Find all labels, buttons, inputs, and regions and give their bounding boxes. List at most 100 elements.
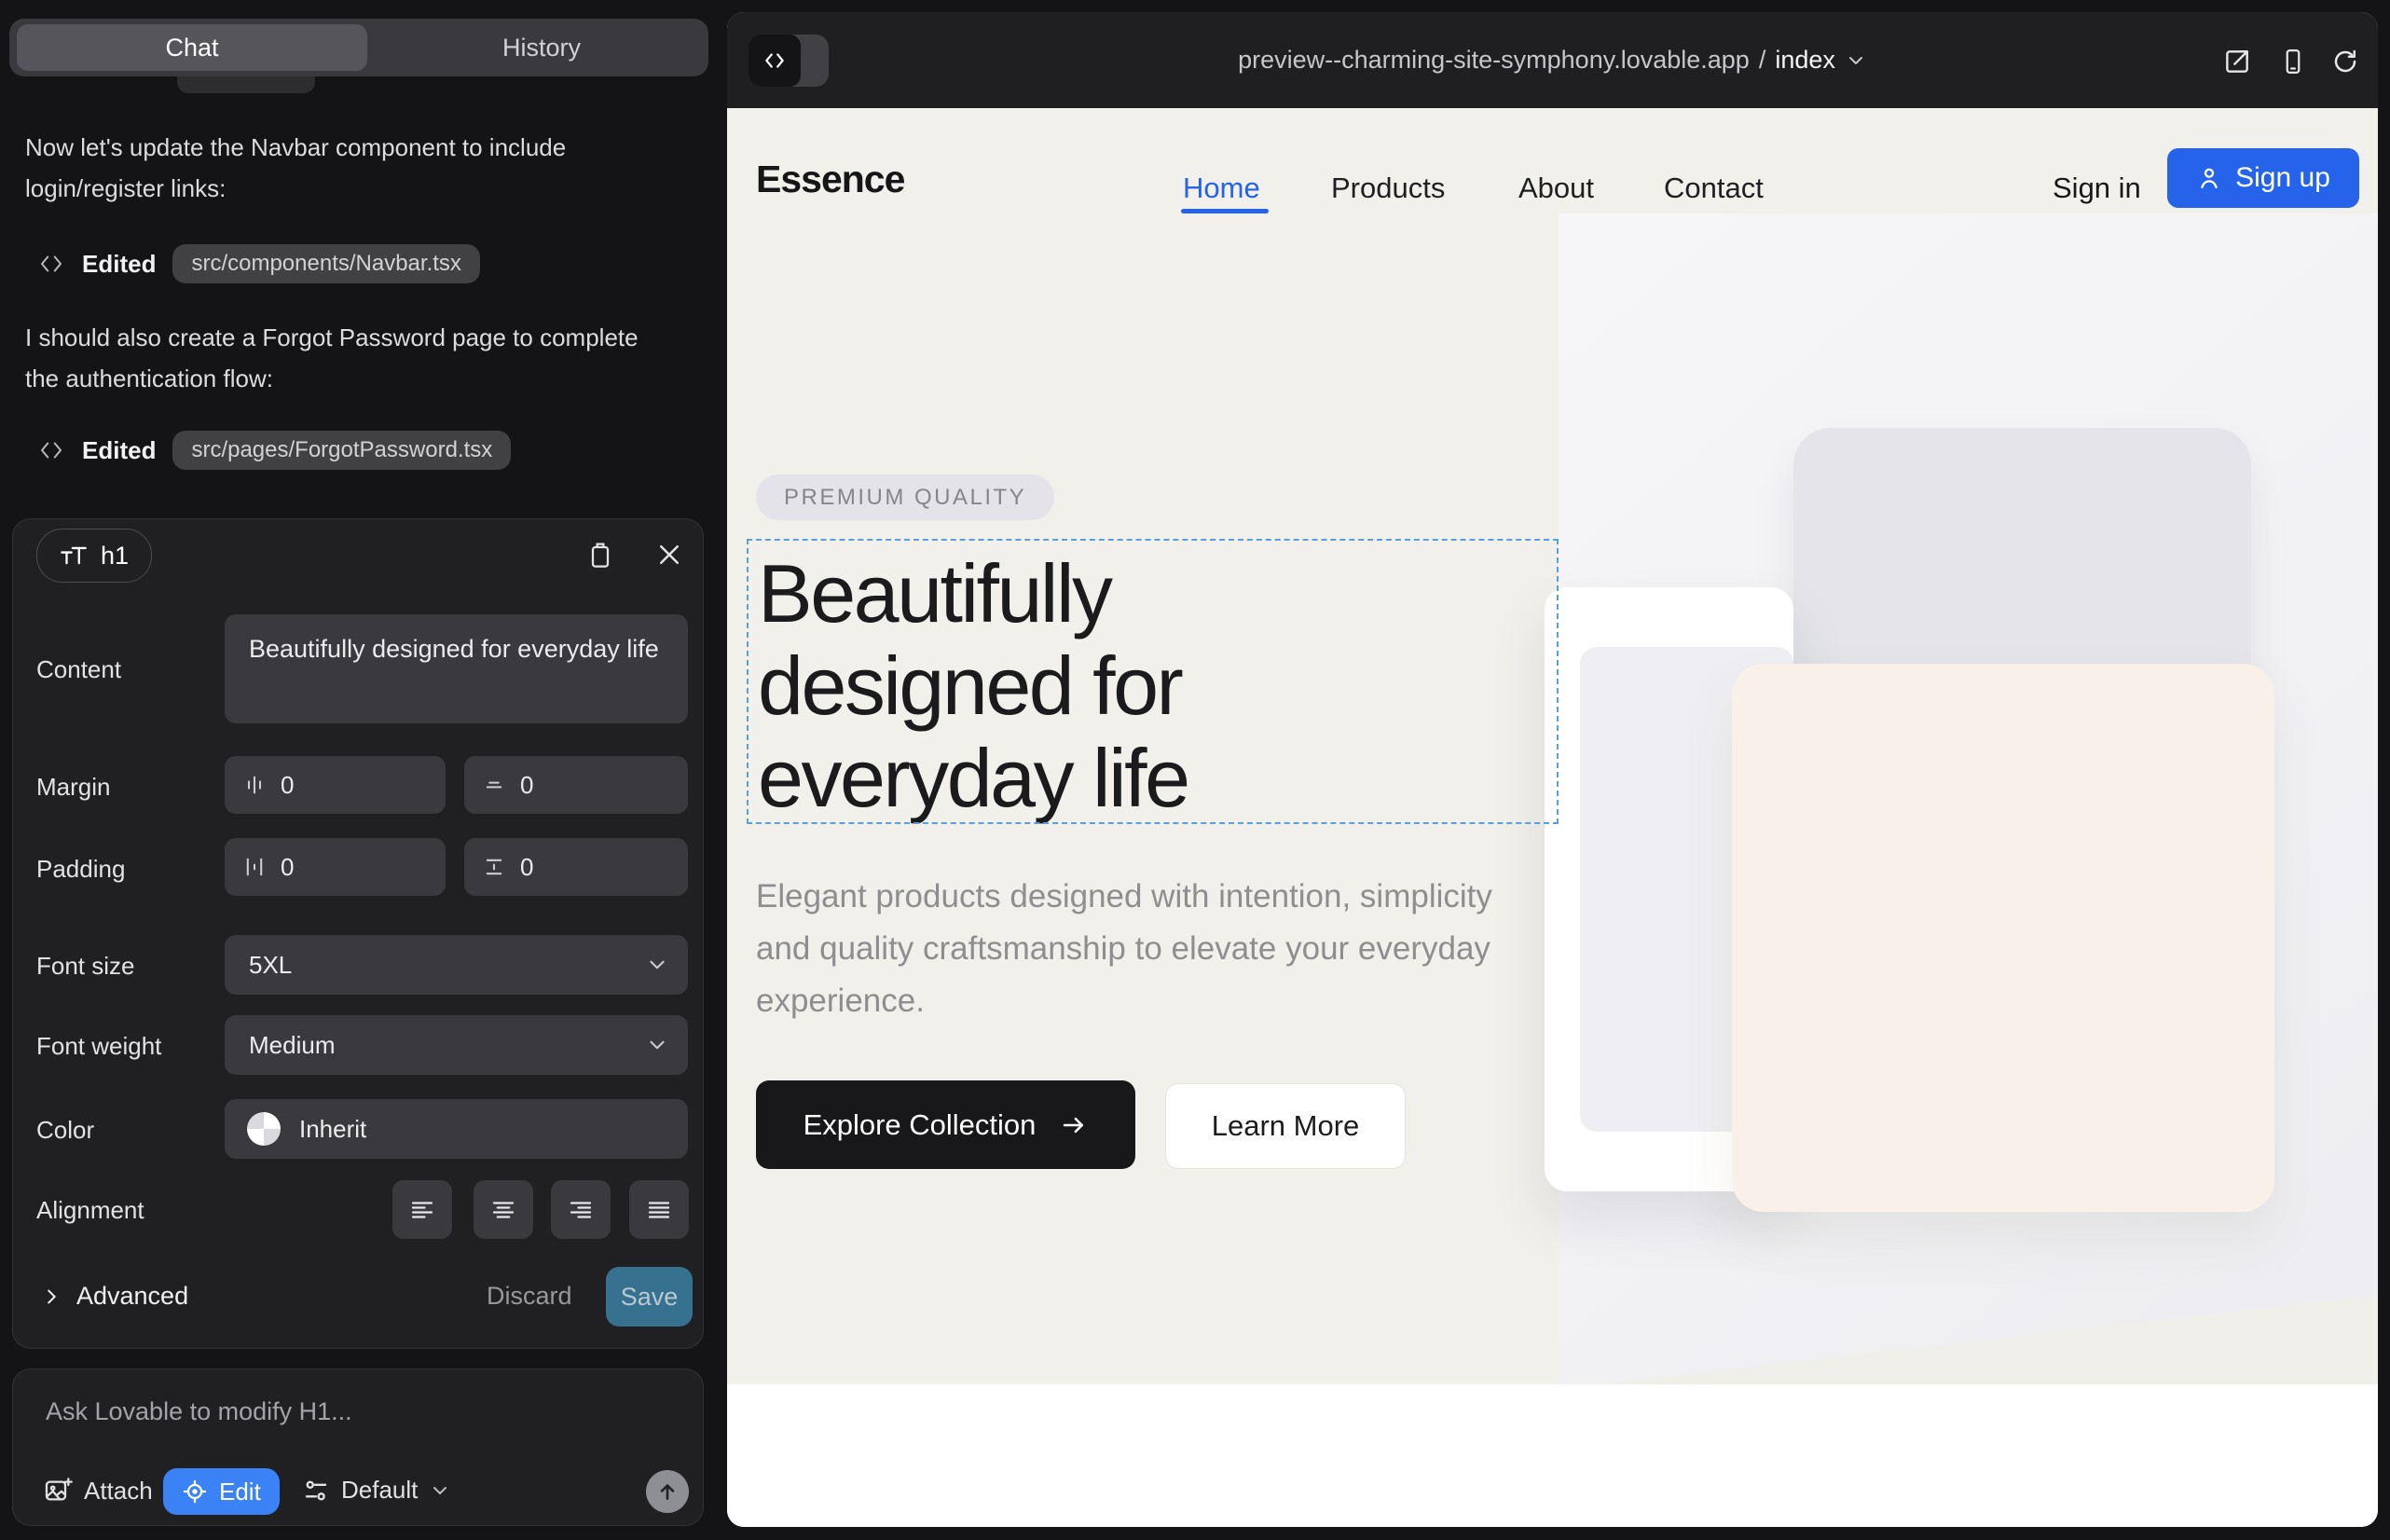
align-justify-button[interactable] [629, 1180, 689, 1239]
file-edit-row: Edited src/pages/ForgotPassword.tsx [37, 431, 511, 470]
mode-select[interactable]: Default [302, 1476, 451, 1505]
chat-message: I should also create a Forgot Password p… [25, 317, 652, 399]
font-weight-value: Medium [249, 1031, 335, 1060]
hero-description: Elegant products designed with intention… [756, 871, 1502, 1027]
decor-card-cream [1732, 664, 2274, 1212]
chat-history-tabbar: Chat History [9, 19, 708, 76]
open-external-icon [2222, 47, 2252, 76]
lovable-workspace: Chat History Now let's update the Navbar… [0, 0, 2390, 1540]
advanced-toggle[interactable]: Advanced [41, 1282, 188, 1311]
color-value: Inherit [299, 1115, 366, 1144]
color-select[interactable]: Inherit [225, 1099, 688, 1159]
url-page: index [1775, 46, 1835, 75]
nav-link-products[interactable]: Products [1331, 172, 1445, 205]
hero-badge: PREMIUM QUALITY [756, 474, 1054, 520]
mobile-preview-icon [2279, 48, 2307, 76]
url-bar[interactable]: preview--charming-site-symphony.lovable.… [727, 12, 2378, 108]
padding-label: Padding [36, 855, 125, 884]
font-weight-select[interactable]: Medium [225, 1015, 688, 1075]
font-weight-label: Font weight [36, 1032, 161, 1061]
align-left-icon [408, 1196, 436, 1224]
discard-button[interactable]: Discard [487, 1282, 572, 1311]
chevron-down-icon [645, 953, 669, 977]
attach-label: Attach [84, 1477, 153, 1506]
align-right-icon [567, 1196, 595, 1224]
content-input[interactable]: Beautifully designed for everyday life [225, 614, 688, 723]
edit-label: Edit [219, 1478, 261, 1506]
composer-input[interactable] [44, 1396, 644, 1446]
margin-vertical-input[interactable]: 0 [464, 756, 688, 814]
align-center-button[interactable] [474, 1180, 533, 1239]
padding-horizontal-input[interactable]: 0 [225, 838, 446, 896]
padding-vertical-icon [483, 856, 505, 878]
nav-link-about[interactable]: About [1518, 172, 1594, 205]
trash-icon [585, 540, 615, 570]
explore-collection-button[interactable]: Explore Collection [756, 1080, 1135, 1169]
code-icon [749, 34, 801, 87]
chevron-right-icon [41, 1286, 62, 1307]
sign-up-label: Sign up [2235, 162, 2330, 194]
site-logo[interactable]: Essence [756, 158, 904, 201]
type-icon [60, 543, 88, 568]
scrolled-chip-partial [177, 76, 315, 93]
close-icon [655, 541, 683, 569]
person-icon [2196, 165, 2222, 191]
nav-active-underline [1181, 209, 1269, 213]
nav-link-contact[interactable]: Contact [1664, 172, 1764, 205]
element-inspector-panel: h1 Content Beautifully designed for ever… [12, 518, 704, 1349]
sign-in-link[interactable]: Sign in [2053, 172, 2141, 205]
url-separator: / [1759, 46, 1766, 75]
refresh-icon [2331, 48, 2359, 76]
margin-vertical-icon [483, 774, 505, 796]
section-below-hero [727, 1384, 2378, 1527]
explore-collection-label: Explore Collection [804, 1108, 1037, 1142]
nav-link-home[interactable]: Home [1183, 172, 1260, 205]
code-view-toggle[interactable] [749, 34, 829, 87]
code-icon [37, 250, 65, 278]
align-justify-icon [645, 1196, 673, 1224]
content-label: Content [36, 655, 121, 684]
selected-element-tag[interactable]: h1 [36, 529, 152, 583]
arrow-up-icon [655, 1479, 680, 1504]
align-left-button[interactable] [392, 1180, 452, 1239]
image-attach-icon [43, 1476, 73, 1506]
font-size-select[interactable]: 5XL [225, 935, 688, 995]
mobile-preview-button[interactable] [2274, 43, 2312, 80]
align-right-button[interactable] [551, 1180, 611, 1239]
chevron-down-icon [1845, 49, 1867, 72]
code-icon [37, 436, 65, 464]
edited-label: Edited [82, 436, 156, 465]
open-external-button[interactable] [2218, 43, 2256, 80]
padding-horizontal-value: 0 [281, 853, 294, 882]
browser-toolbar: preview--charming-site-symphony.lovable.… [727, 12, 2378, 108]
sign-up-button[interactable]: Sign up [2167, 148, 2359, 208]
send-button[interactable] [646, 1470, 689, 1513]
refresh-button[interactable] [2327, 43, 2364, 80]
margin-label: Margin [36, 773, 110, 802]
learn-more-button[interactable]: Learn More [1165, 1083, 1406, 1169]
delete-element-button[interactable] [580, 534, 621, 575]
padding-vertical-value: 0 [520, 853, 533, 882]
close-inspector-button[interactable] [649, 534, 690, 575]
padding-horizontal-icon [243, 856, 266, 878]
margin-horizontal-input[interactable]: 0 [225, 756, 446, 814]
color-swatch [247, 1112, 281, 1146]
url-domain: preview--charming-site-symphony.lovable.… [1238, 46, 1750, 75]
attach-button[interactable]: Attach [43, 1476, 153, 1506]
color-label: Color [36, 1116, 94, 1145]
padding-vertical-input[interactable]: 0 [464, 838, 688, 896]
file-path-chip[interactable]: src/pages/ForgotPassword.tsx [172, 431, 511, 470]
mode-label: Default [341, 1476, 418, 1505]
file-path-chip[interactable]: src/components/Navbar.tsx [172, 244, 479, 283]
save-button[interactable]: Save [606, 1267, 693, 1327]
advanced-label: Advanced [76, 1282, 188, 1311]
font-size-value: 5XL [249, 951, 292, 980]
align-center-icon [489, 1196, 517, 1224]
tab-chat[interactable]: Chat [17, 24, 367, 71]
tab-history[interactable]: History [375, 19, 708, 76]
preview-browser-frame: preview--charming-site-symphony.lovable.… [727, 12, 2378, 1527]
edited-label: Edited [82, 250, 156, 279]
margin-vertical-value: 0 [520, 771, 533, 800]
alignment-label: Alignment [36, 1196, 144, 1225]
edit-mode-button[interactable]: Edit [163, 1468, 280, 1515]
